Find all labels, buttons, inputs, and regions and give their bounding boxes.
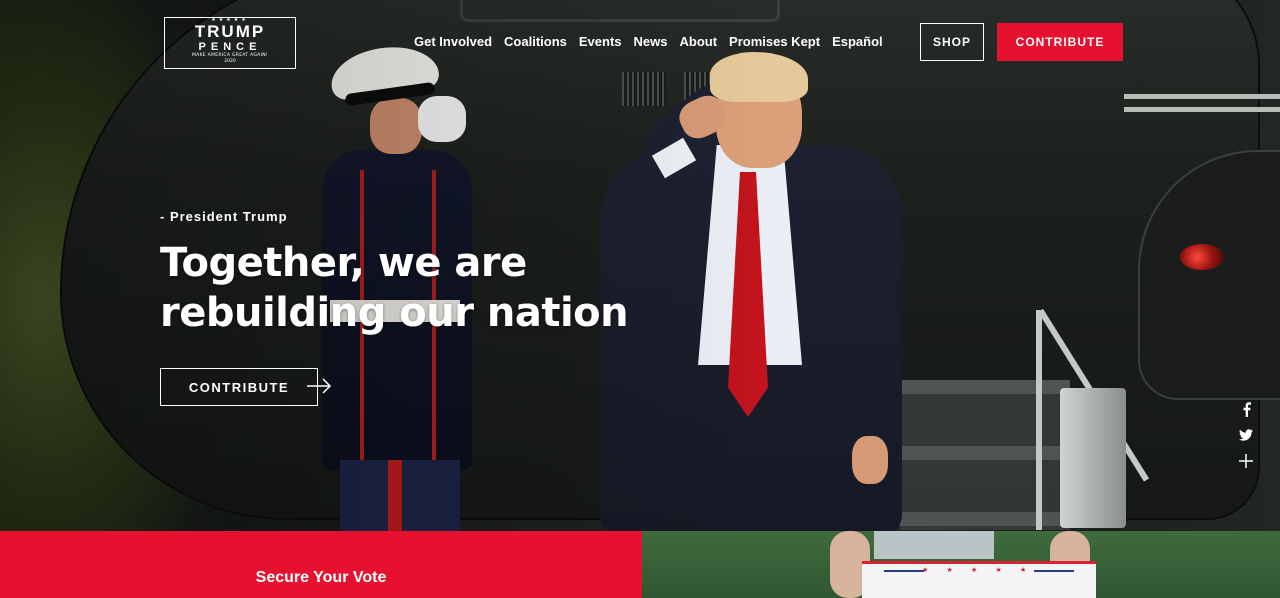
rally-sign-photo: ★ ★ ★ ★ ★ — [642, 531, 1280, 598]
logo-line-trump: TRUMP — [194, 22, 266, 41]
secure-your-vote-label: Secure Your Vote — [255, 569, 387, 586]
nav-about[interactable]: About — [673, 33, 723, 51]
contribute-header-button[interactable]: CONTRIBUTE — [997, 23, 1123, 61]
nav-espanol[interactable]: Español — [826, 33, 889, 51]
arrow-right-icon[interactable] — [306, 378, 332, 394]
hero-headline: Together, we are rebuilding our nation — [160, 240, 629, 336]
shop-button[interactable]: SHOP — [920, 23, 984, 61]
campaign-logo[interactable]: ★★★★★ TRUMP PENCE MAKE AMERICA GREAT AGA… — [164, 17, 296, 69]
logo-line-pence: PENCE — [198, 41, 262, 53]
supporter-sleeve — [874, 531, 994, 559]
contribute-hero-button[interactable]: CONTRIBUTE — [160, 368, 318, 406]
main-nav: Get Involved Coalitions Events News Abou… — [408, 33, 889, 51]
twitter-icon[interactable] — [1236, 422, 1256, 448]
nav-get-involved[interactable]: Get Involved — [408, 33, 498, 51]
nav-promises-kept[interactable]: Promises Kept — [723, 33, 826, 51]
logo-stars: ★★★★★ — [211, 17, 249, 23]
quote-attribution: - President Trump — [160, 209, 288, 224]
facebook-icon[interactable] — [1236, 396, 1256, 422]
sign-stripe — [884, 570, 924, 572]
plus-icon[interactable] — [1236, 448, 1256, 474]
nav-news[interactable]: News — [628, 33, 674, 51]
nav-coalitions[interactable]: Coalitions — [498, 33, 573, 51]
sign-stripe — [1034, 570, 1074, 572]
social-share-bar — [1236, 396, 1256, 474]
logo-year: 2020 — [224, 59, 236, 64]
rally-sign: ★ ★ ★ ★ ★ — [862, 561, 1096, 598]
secure-your-vote-panel[interactable]: Secure Your Vote — [0, 531, 642, 598]
sign-stars: ★ ★ ★ ★ ★ — [922, 566, 1035, 574]
nav-events[interactable]: Events — [573, 33, 628, 51]
